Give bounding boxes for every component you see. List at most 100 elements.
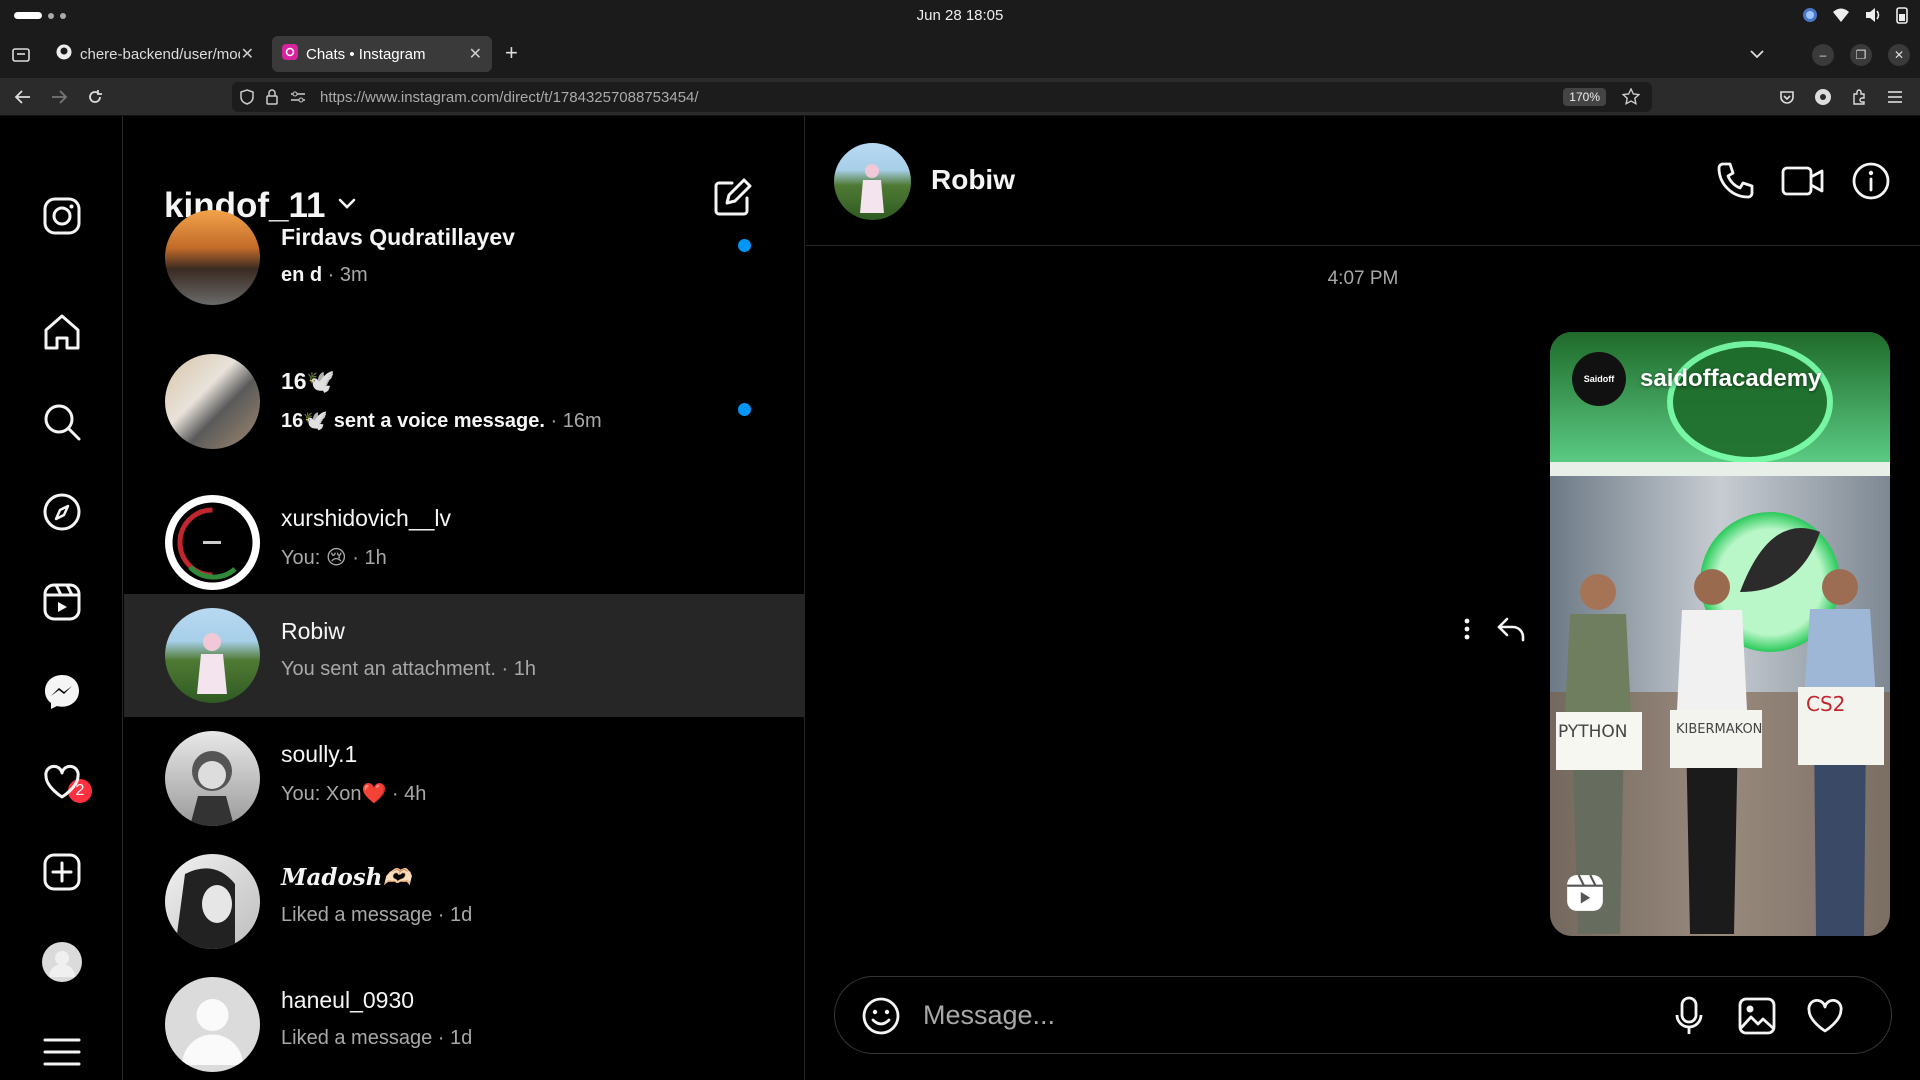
chat-name: 16🕊️ [281, 368, 336, 394]
bookmark-star-icon[interactable] [1621, 87, 1641, 111]
chat-preview: You: 😢 · 1h [281, 547, 387, 569]
more-options-icon[interactable] [1464, 618, 1470, 645]
close-window-button[interactable]: ✕ [1888, 44, 1910, 66]
like-heart-icon[interactable] [1803, 994, 1847, 1038]
os-top-bar: Jun 28 18:05 [0, 0, 1920, 30]
url-text[interactable]: https://www.instagram.com/direct/t/17843… [320, 89, 699, 106]
avatar [165, 495, 260, 590]
chat-preview: Liked a message · 1d [281, 904, 473, 926]
close-tab-icon[interactable]: ✕ [241, 44, 254, 64]
chat-preview: You sent an attachment. · 1h [281, 658, 537, 680]
chevron-down-icon[interactable] [337, 197, 357, 215]
chat-name: xurshidovich__lv [281, 505, 452, 531]
message-input[interactable] [923, 995, 1623, 1035]
search-icon[interactable] [40, 400, 84, 444]
avatar [165, 354, 260, 449]
chat-row[interactable]: Firdavs Qudratillayev en d · 3m [124, 210, 804, 341]
system-clock[interactable]: Jun 28 18:05 [0, 7, 1920, 24]
conversation-header: Robiw [806, 116, 1920, 246]
wifi-icon[interactable] [1832, 7, 1850, 28]
tab-github[interactable]: chere-backend/user/mod ✕ [46, 36, 264, 72]
menu-icon[interactable] [1884, 86, 1906, 108]
chat-row[interactable]: 𝑴𝒂𝒅𝒐𝒔𝒉🫶🏻 Liked a message · 1d [124, 840, 804, 963]
ig-nav-rail: 2 [0, 116, 123, 1080]
more-menu-icon[interactable] [40, 1030, 84, 1074]
volume-icon[interactable] [1864, 7, 1882, 28]
chat-preview: You: Xon❤️ · 4h [281, 783, 427, 805]
contact-avatar[interactable] [834, 143, 911, 220]
new-message-compose-icon[interactable] [712, 178, 752, 223]
sign-text-2: KIBERMAKON [1676, 722, 1763, 737]
shared-reel-card[interactable]: PYTHON KIBERMAKON CS2 Saidoff saidoffaca… [1550, 332, 1890, 936]
emoji-icon[interactable] [859, 994, 903, 1038]
reel-author[interactable]: Saidoff saidoffacademy [1572, 352, 1821, 406]
reel-author-name: saidoffacademy [1640, 365, 1822, 392]
message-composer [834, 976, 1892, 1054]
chat-name: Firdavs Qudratillayev [281, 224, 515, 250]
back-arrow-icon[interactable] [12, 86, 34, 108]
message-actions [1464, 616, 1526, 647]
tab-instagram[interactable]: Chats • Instagram ✕ [272, 36, 492, 72]
chat-name: 𝑴𝒂𝒅𝒐𝒔𝒉🫶🏻 [281, 864, 412, 891]
video-call-icon[interactable] [1780, 158, 1826, 204]
messenger-icon[interactable] [40, 670, 84, 714]
avatar [165, 977, 260, 1072]
chat-list-panel: kindof_11 Firdavs Qudratillayev en d · 3… [124, 116, 805, 1080]
instagram-logo-icon[interactable] [40, 194, 84, 238]
unread-indicator [738, 239, 751, 252]
avatar [165, 210, 260, 305]
account-icon[interactable] [1812, 86, 1834, 108]
pocket-icon[interactable] [1776, 86, 1798, 108]
sign-text-3: CS2 [1806, 692, 1846, 716]
chat-row[interactable]: soully.1 You: Xon❤️ · 4h [124, 717, 804, 840]
chat-name: soully.1 [281, 741, 358, 767]
new-tab-button[interactable]: + [505, 42, 518, 64]
reload-icon[interactable] [84, 86, 106, 108]
shield-icon[interactable] [240, 89, 254, 110]
avatar [165, 854, 260, 949]
home-icon[interactable] [40, 310, 84, 354]
contact-name[interactable]: Robiw [931, 164, 1015, 196]
microphone-icon[interactable] [1667, 994, 1711, 1038]
restore-button[interactable]: ❐ [1850, 44, 1872, 66]
chat-row[interactable]: haneul_0930 Liked a message · 1d [124, 963, 804, 1080]
chat-name: haneul_0930 [281, 987, 415, 1013]
info-icon[interactable] [1848, 158, 1894, 204]
zoom-level[interactable]: 170% [1563, 88, 1606, 106]
message-timestamp: 4:07 PM [1327, 268, 1399, 289]
extensions-icon[interactable] [1848, 86, 1870, 108]
tab-list-chevron-icon[interactable] [1746, 43, 1768, 65]
browser-nav-bar: https://www.instagram.com/direct/t/17843… [0, 78, 1920, 116]
reels-icon[interactable] [40, 580, 84, 624]
chat-preview: 16🕊️ sent a voice message. · 16m [281, 410, 602, 432]
reel-play-icon [1564, 872, 1606, 919]
tab-label: Chats • Instagram [306, 45, 426, 63]
permissions-icon[interactable] [290, 90, 306, 109]
close-tab-icon[interactable]: ✕ [469, 44, 482, 64]
chat-row[interactable]: xurshidovich__lv You: 😢 · 1h [124, 481, 804, 604]
minimize-button[interactable]: – [1812, 44, 1834, 66]
system-tray[interactable] [1802, 6, 1908, 29]
create-plus-icon[interactable] [40, 850, 84, 894]
battery-icon[interactable] [1896, 6, 1908, 29]
browser-tab-bar: chere-backend/user/mod ✕ Chats • Instagr… [0, 30, 1920, 78]
chat-row[interactable]: 16🕊️ 16🕊️ sent a voice message. · 16m [124, 354, 804, 481]
instagram-favicon-icon [282, 44, 298, 64]
user-status-icon[interactable] [1802, 7, 1818, 28]
reply-arrow-icon[interactable] [1496, 616, 1526, 647]
github-icon [56, 44, 72, 64]
lock-icon[interactable] [266, 89, 278, 110]
notifications-heart-icon[interactable] [40, 760, 84, 804]
forward-arrow-icon[interactable] [48, 86, 70, 108]
chat-row-selected[interactable]: Robiw You sent an attachment. · 1h [124, 594, 804, 717]
conversation-panel: Robiw 4:07 PM PYTHON KIBERMAKON CS2 Said… [806, 116, 1920, 1080]
chat-preview: en d · 3m [281, 264, 368, 286]
photo-upload-icon[interactable] [1735, 994, 1779, 1038]
url-bar[interactable]: https://www.instagram.com/direct/t/17843… [232, 82, 1652, 112]
chat-name: Robiw [281, 618, 345, 644]
tab-overview-icon[interactable] [10, 43, 32, 65]
phone-call-icon[interactable] [1712, 158, 1758, 204]
avatar [165, 731, 260, 826]
explore-compass-icon[interactable] [40, 490, 84, 534]
profile-avatar[interactable] [40, 940, 84, 984]
